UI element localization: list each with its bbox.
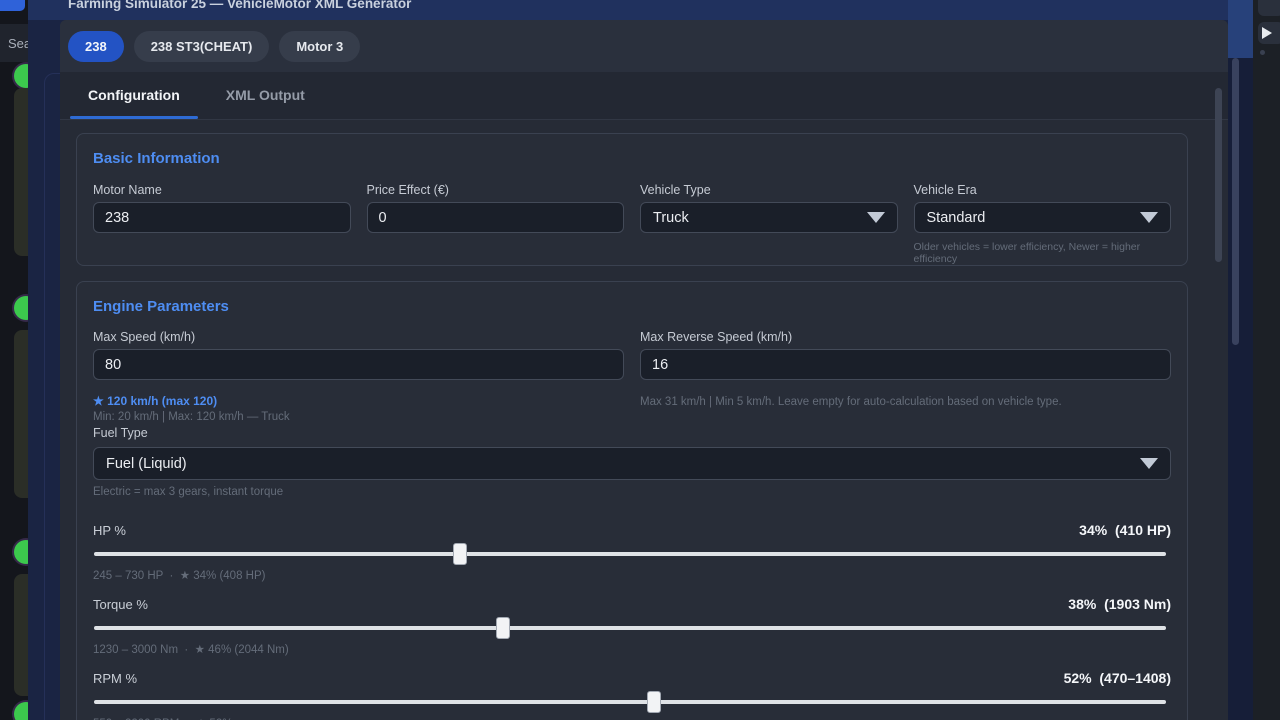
engine-parameters-heading: Engine Parameters <box>93 298 1171 315</box>
chevron-down-icon <box>1140 212 1158 223</box>
fuel-type-field-group: Fuel Type Fuel (Liquid) Electric = max 3… <box>93 426 1171 498</box>
rpm-slider-head: RPM % 52% (470–1408) <box>93 668 1171 686</box>
tab-xml-output[interactable]: XML Output <box>208 72 323 119</box>
fuel-type-hint: Electric = max 3 gears, instant torque <box>93 486 1171 498</box>
max-reverse-speed-field-group: Max Reverse Speed (km/h) Max 31 km/h | M… <box>640 330 1171 423</box>
max-speed-label: Max Speed (km/h) <box>93 330 624 344</box>
vehicle-era-hint: Older vehicles = lower efficiency, Newer… <box>914 241 1172 265</box>
motor-tab-238-st3-cheat[interactable]: 238 ST3(CHEAT) <box>134 31 270 62</box>
vehicle-era-value: Standard <box>927 210 986 226</box>
max-speed-star-hint: ★ 120 km/h (max 120) <box>93 394 624 408</box>
speed-fields-grid: Max Speed (km/h) ★ 120 km/h (max 120) Mi… <box>93 330 1171 423</box>
background-right-strip <box>1253 0 1280 720</box>
vehicle-era-field-group: Vehicle Era Standard Older vehicles = lo… <box>914 183 1172 265</box>
torque-slider-handle[interactable] <box>496 617 510 639</box>
rpm-slider-track[interactable] <box>94 700 1166 704</box>
motor-name-field-group: Motor Name <box>93 183 351 265</box>
vehicle-type-field-group: Vehicle Type Truck <box>640 183 898 265</box>
hp-slider-head: HP % 34% (410 HP) <box>93 520 1171 538</box>
background-button[interactable] <box>1258 0 1280 16</box>
motor-name-input[interactable] <box>93 202 351 233</box>
cursor-icon <box>1262 27 1272 39</box>
max-reverse-speed-label: Max Reverse Speed (km/h) <box>640 330 1171 344</box>
hp-slider-handle[interactable] <box>453 543 467 565</box>
max-speed-range-hint: Min: 20 km/h | Max: 120 km/h — Truck <box>93 411 624 423</box>
background-blue-chip[interactable] <box>0 0 25 11</box>
cursor-tool-button[interactable] <box>1258 22 1280 44</box>
price-effect-field-group: Price Effect (€) <box>367 183 625 265</box>
dialog-titlebar[interactable]: Farming Simulator 25 — VehicleMotor XML … <box>28 0 1253 20</box>
basic-information-card: Basic Information Motor Name Price Effec… <box>76 133 1188 266</box>
content-scrollbar-thumb[interactable] <box>1215 88 1222 262</box>
vehicle-type-value: Truck <box>653 210 689 226</box>
dialog-scrollbar-track[interactable] <box>1228 0 1253 720</box>
tab-configuration-label: Configuration <box>88 87 180 103</box>
basic-fields-grid: Motor Name Price Effect (€) Vehicle Type… <box>93 183 1171 265</box>
vehicle-type-label: Vehicle Type <box>640 183 898 197</box>
hp-slider-group: HP % 34% (410 HP) 245 – 730 HP · ★ 34% (… <box>93 520 1171 582</box>
torque-slider-group: Torque % 38% (1903 Nm) 1230 – 3000 Nm · … <box>93 594 1171 656</box>
hp-slider-track[interactable] <box>94 552 1166 556</box>
fuel-type-select[interactable]: Fuel (Liquid) <box>93 447 1171 480</box>
price-effect-label: Price Effect (€) <box>367 183 625 197</box>
vehicle-type-select[interactable]: Truck <box>640 202 898 233</box>
max-reverse-speed-hint: Max 31 km/h | Min 5 km/h. Leave empty fo… <box>640 396 1171 408</box>
basic-information-heading: Basic Information <box>93 150 1171 167</box>
torque-slider-track[interactable] <box>94 626 1166 630</box>
rpm-slider-hint: 550 – 2200 RPM · ★ 52% <box>93 716 1171 720</box>
vehicle-era-select[interactable]: Standard <box>914 202 1172 233</box>
chevron-down-icon <box>867 212 885 223</box>
torque-slider-value: 38% (1903 Nm) <box>1068 596 1171 612</box>
vehicle-motor-dialog: Farming Simulator 25 — VehicleMotor XML … <box>28 0 1253 720</box>
rpm-slider-label: RPM % <box>93 671 137 686</box>
torque-slider[interactable] <box>93 614 1171 642</box>
rpm-slider-handle[interactable] <box>647 691 661 713</box>
motor-tab-238[interactable]: 238 <box>68 31 124 62</box>
dialog-scrollbar-thumb[interactable] <box>1228 0 1253 58</box>
hp-slider[interactable] <box>93 540 1171 568</box>
rpm-slider-group: RPM % 52% (470–1408) 550 – 2200 RPM · ★ … <box>93 668 1171 720</box>
dialog-scrollbar-thin-thumb[interactable] <box>1232 58 1239 345</box>
fuel-type-value: Fuel (Liquid) <box>106 456 187 472</box>
hp-slider-hint: 245 – 730 HP · ★ 34% (408 HP) <box>93 568 1171 582</box>
price-effect-input[interactable] <box>367 202 625 233</box>
screen: Sea Farming Simulator 25 — VehicleMotor … <box>0 0 1280 720</box>
torque-slider-label: Torque % <box>93 597 148 612</box>
view-tab-bar: Configuration XML Output <box>60 72 1228 120</box>
configuration-content: Basic Information Motor Name Price Effec… <box>60 120 1228 720</box>
tab-xml-output-label: XML Output <box>226 87 305 103</box>
max-speed-field-group: Max Speed (km/h) ★ 120 km/h (max 120) Mi… <box>93 330 624 423</box>
active-tab-underline <box>70 116 198 119</box>
torque-slider-head: Torque % 38% (1903 Nm) <box>93 594 1171 612</box>
hp-slider-value: 34% (410 HP) <box>1079 522 1171 538</box>
max-reverse-speed-input[interactable] <box>640 349 1171 380</box>
tab-configuration[interactable]: Configuration <box>70 72 198 119</box>
vehicle-era-label: Vehicle Era <box>914 183 1172 197</box>
dialog-panel: 238 238 ST3(CHEAT) Motor 3 Configuration… <box>60 20 1228 720</box>
hp-slider-label: HP % <box>93 523 126 538</box>
fuel-type-label: Fuel Type <box>93 426 1171 440</box>
background-dot <box>1260 50 1265 55</box>
rpm-slider-value: 52% (470–1408) <box>1064 670 1171 686</box>
dialog-title: Farming Simulator 25 — VehicleMotor XML … <box>68 0 411 11</box>
max-speed-input[interactable] <box>93 349 624 380</box>
torque-slider-hint: 1230 – 3000 Nm · ★ 46% (2044 Nm) <box>93 642 1171 656</box>
motor-tab-list: 238 238 ST3(CHEAT) Motor 3 <box>60 20 1228 72</box>
engine-parameters-card: Engine Parameters Max Speed (km/h) ★ 120… <box>76 281 1188 720</box>
rpm-slider[interactable] <box>93 688 1171 716</box>
motor-tab-motor-3[interactable]: Motor 3 <box>279 31 360 62</box>
motor-name-label: Motor Name <box>93 183 351 197</box>
chevron-down-icon <box>1140 458 1158 469</box>
